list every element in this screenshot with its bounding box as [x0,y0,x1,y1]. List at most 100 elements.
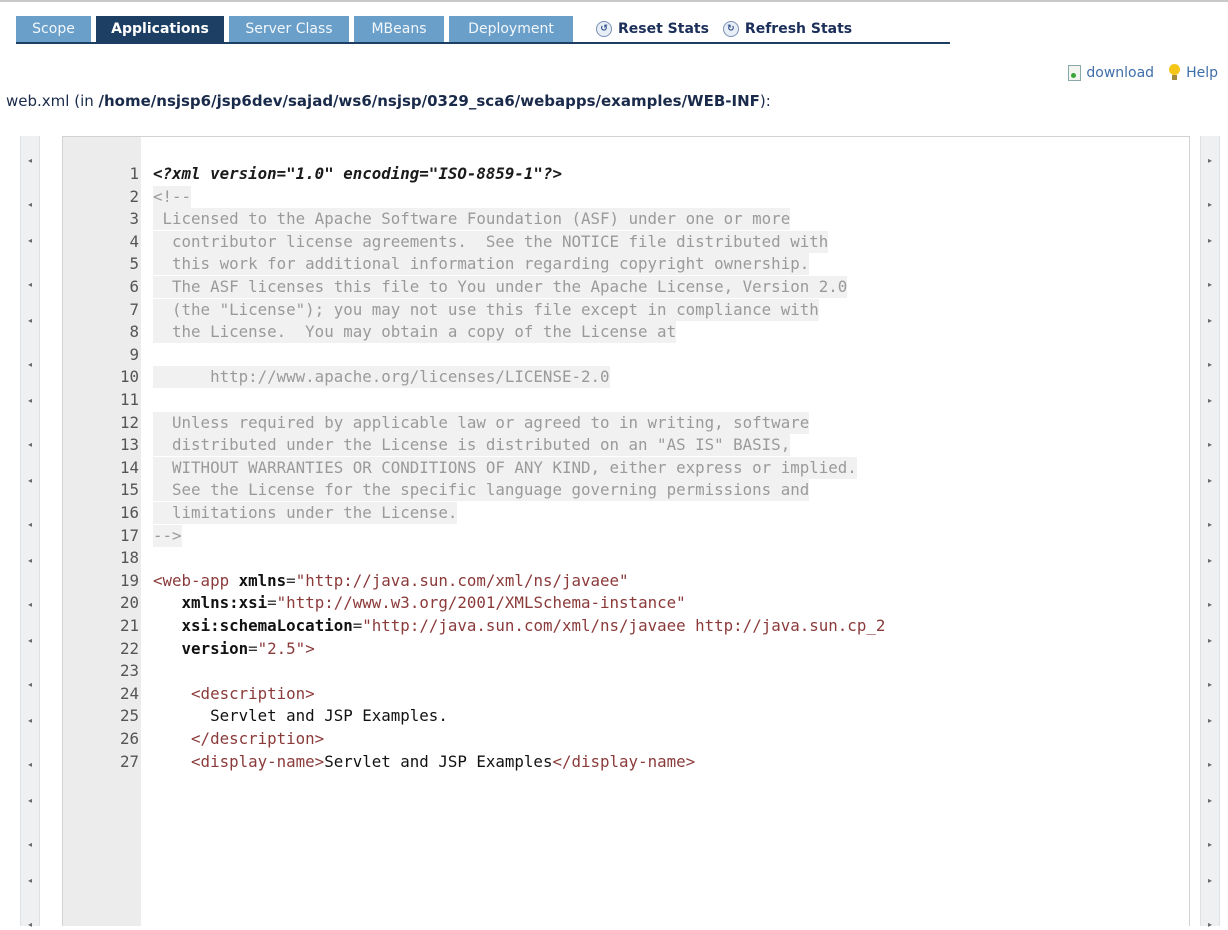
code-line: 19 <web-app xmlns="http://java.sun.com/xm… [63,570,1189,592]
scroll-left-arrow-icon[interactable]: ◂ [20,680,40,690]
code-line: 18 [63,547,1189,569]
tab-mbeans[interactable]: MBeans [354,16,444,42]
file-path-heading: web.xml (in /home/nsjsp6/jsp6dev/sajad/w… [6,92,771,110]
code-token: = [248,638,258,658]
scroll-left-arrow-icon[interactable]: ◂ [20,156,40,166]
left-scroll-track[interactable] [20,136,40,926]
code-token: "http://java.sun.com/xml/ns/javaee" [295,570,629,590]
code-viewer[interactable]: 1 <?xml version="1.0" encoding="ISO-8859-… [62,136,1190,926]
download-link[interactable]: download [1068,64,1155,81]
code-text: xmlns:xsi="http://www.w3.org/2001/XMLSch… [153,592,686,614]
line-number: 21 [119,616,139,635]
scroll-left-arrow-icon[interactable]: ◂ [20,360,40,370]
refresh-icon: ↻ [722,21,739,37]
code-token: Servlet and JSP Examples. [153,706,448,726]
code-line: 25 Servlet and JSP Examples. [63,705,1189,727]
code-text: http://www.apache.org/licenses/LICENSE-2… [153,366,610,389]
file-path-suffix: ): [759,92,771,110]
scroll-left-arrow-icon[interactable]: ◂ [20,876,40,886]
scroll-right-arrow-icon[interactable]: ▸ [1200,396,1220,406]
code-token: version [181,638,249,658]
tab-scope[interactable]: Scope [16,16,91,42]
scroll-right-arrow-icon[interactable]: ▸ [1200,236,1220,246]
tab-server-class[interactable]: Server Class [229,16,349,42]
file-path: /home/nsjsp6/jsp6dev/sajad/ws6/nsjsp/032… [98,92,760,110]
line-number: 2 [129,186,139,206]
help-link[interactable]: Help [1168,64,1218,81]
scroll-left-arrow-icon[interactable]: ◂ [20,920,40,930]
scroll-left-arrow-icon[interactable]: ◂ [20,236,40,246]
tab-applications[interactable]: Applications [96,16,224,42]
line-number: 5 [129,254,139,274]
scroll-right-arrow-icon[interactable]: ▸ [1200,876,1220,886]
code-token: </description> [191,729,325,748]
code-line: 8 the License. You may obtain a copy of … [63,321,1189,344]
code-token: <web-app [153,570,239,590]
scroll-left-arrow-icon[interactable]: ◂ [20,200,40,210]
line-number: 7 [129,299,139,319]
code-text: --> [153,524,182,547]
scroll-left-arrow-icon[interactable]: ◂ [20,396,40,406]
scroll-left-arrow-icon[interactable]: ◂ [20,476,40,486]
line-number: 4 [129,231,139,251]
code-line: 1 <?xml version="1.0" encoding="ISO-8859-… [63,163,1189,185]
scroll-right-arrow-icon[interactable]: ▸ [1200,360,1220,370]
scroll-left-arrow-icon[interactable]: ◂ [20,556,40,566]
reset-stats-button[interactable]: ↺ Reset Stats [596,16,709,42]
scroll-left-arrow-icon[interactable]: ◂ [20,600,40,610]
scroll-right-arrow-icon[interactable]: ▸ [1200,716,1220,726]
line-number: 20 [119,593,139,613]
code-line: 7 (the "License"); you may not use this … [63,298,1189,321]
line-number: 27 [119,751,139,771]
download-label: download [1086,64,1155,81]
line-number: 1 [129,164,139,183]
scroll-left-arrow-icon[interactable]: ◂ [20,520,40,530]
scroll-right-arrow-icon[interactable]: ▸ [1200,796,1220,806]
scroll-right-arrow-icon[interactable]: ▸ [1200,476,1220,486]
code-line: 22 version="2.5"> [63,638,1189,660]
scroll-left-arrow-icon[interactable]: ◂ [20,440,40,450]
scroll-right-arrow-icon[interactable]: ▸ [1200,316,1220,326]
scroll-right-arrow-icon[interactable]: ▸ [1200,556,1220,566]
line-number: 18 [119,548,139,568]
scroll-right-arrow-icon[interactable]: ▸ [1200,840,1220,850]
scroll-left-arrow-icon[interactable]: ◂ [20,716,40,726]
tab-deployment[interactable]: Deployment [449,16,573,42]
download-icon [1068,64,1082,81]
scroll-right-arrow-icon[interactable]: ▸ [1200,600,1220,610]
line-number: 12 [119,412,139,432]
line-number: 24 [119,683,139,703]
scroll-right-arrow-icon[interactable]: ▸ [1200,280,1220,290]
help-label: Help [1186,64,1218,81]
scroll-left-arrow-icon[interactable]: ◂ [20,796,40,806]
scroll-right-arrow-icon[interactable]: ▸ [1200,440,1220,450]
scroll-left-arrow-icon[interactable]: ◂ [20,280,40,290]
scroll-right-arrow-icon[interactable]: ▸ [1200,760,1220,770]
lightbulb-icon [1168,64,1181,81]
code-line: 26 </description> [63,728,1189,750]
scroll-right-arrow-icon[interactable]: ▸ [1200,200,1220,210]
code-text: Licensed to the Apache Software Foundati… [153,208,791,231]
scroll-left-arrow-icon[interactable]: ◂ [20,840,40,850]
code-token: Servlet and JSP Examples [324,751,553,771]
scroll-right-arrow-icon[interactable]: ▸ [1200,920,1220,930]
code-line: 20 xmlns:xsi="http://www.w3.org/2001/XML… [63,592,1189,614]
scroll-left-arrow-icon[interactable]: ◂ [20,316,40,326]
top-border [0,0,1228,2]
right-scroll-track[interactable] [1200,136,1220,926]
scroll-right-arrow-icon[interactable]: ▸ [1200,636,1220,646]
line-number: 10 [119,367,139,387]
scroll-left-arrow-icon[interactable]: ◂ [20,636,40,646]
code-line: 27 <display-name>Servlet and JSP Example… [63,751,1189,773]
scroll-left-arrow-icon[interactable]: ◂ [20,760,40,770]
refresh-stats-button[interactable]: ↻ Refresh Stats [722,16,852,42]
line-number: 19 [119,570,139,590]
scroll-right-arrow-icon[interactable]: ▸ [1200,520,1220,530]
code-line: 14 WITHOUT WARRANTIES OR CONDITIONS OF A… [63,456,1189,479]
scroll-right-arrow-icon[interactable]: ▸ [1200,156,1220,166]
scroll-right-arrow-icon[interactable]: ▸ [1200,680,1220,690]
